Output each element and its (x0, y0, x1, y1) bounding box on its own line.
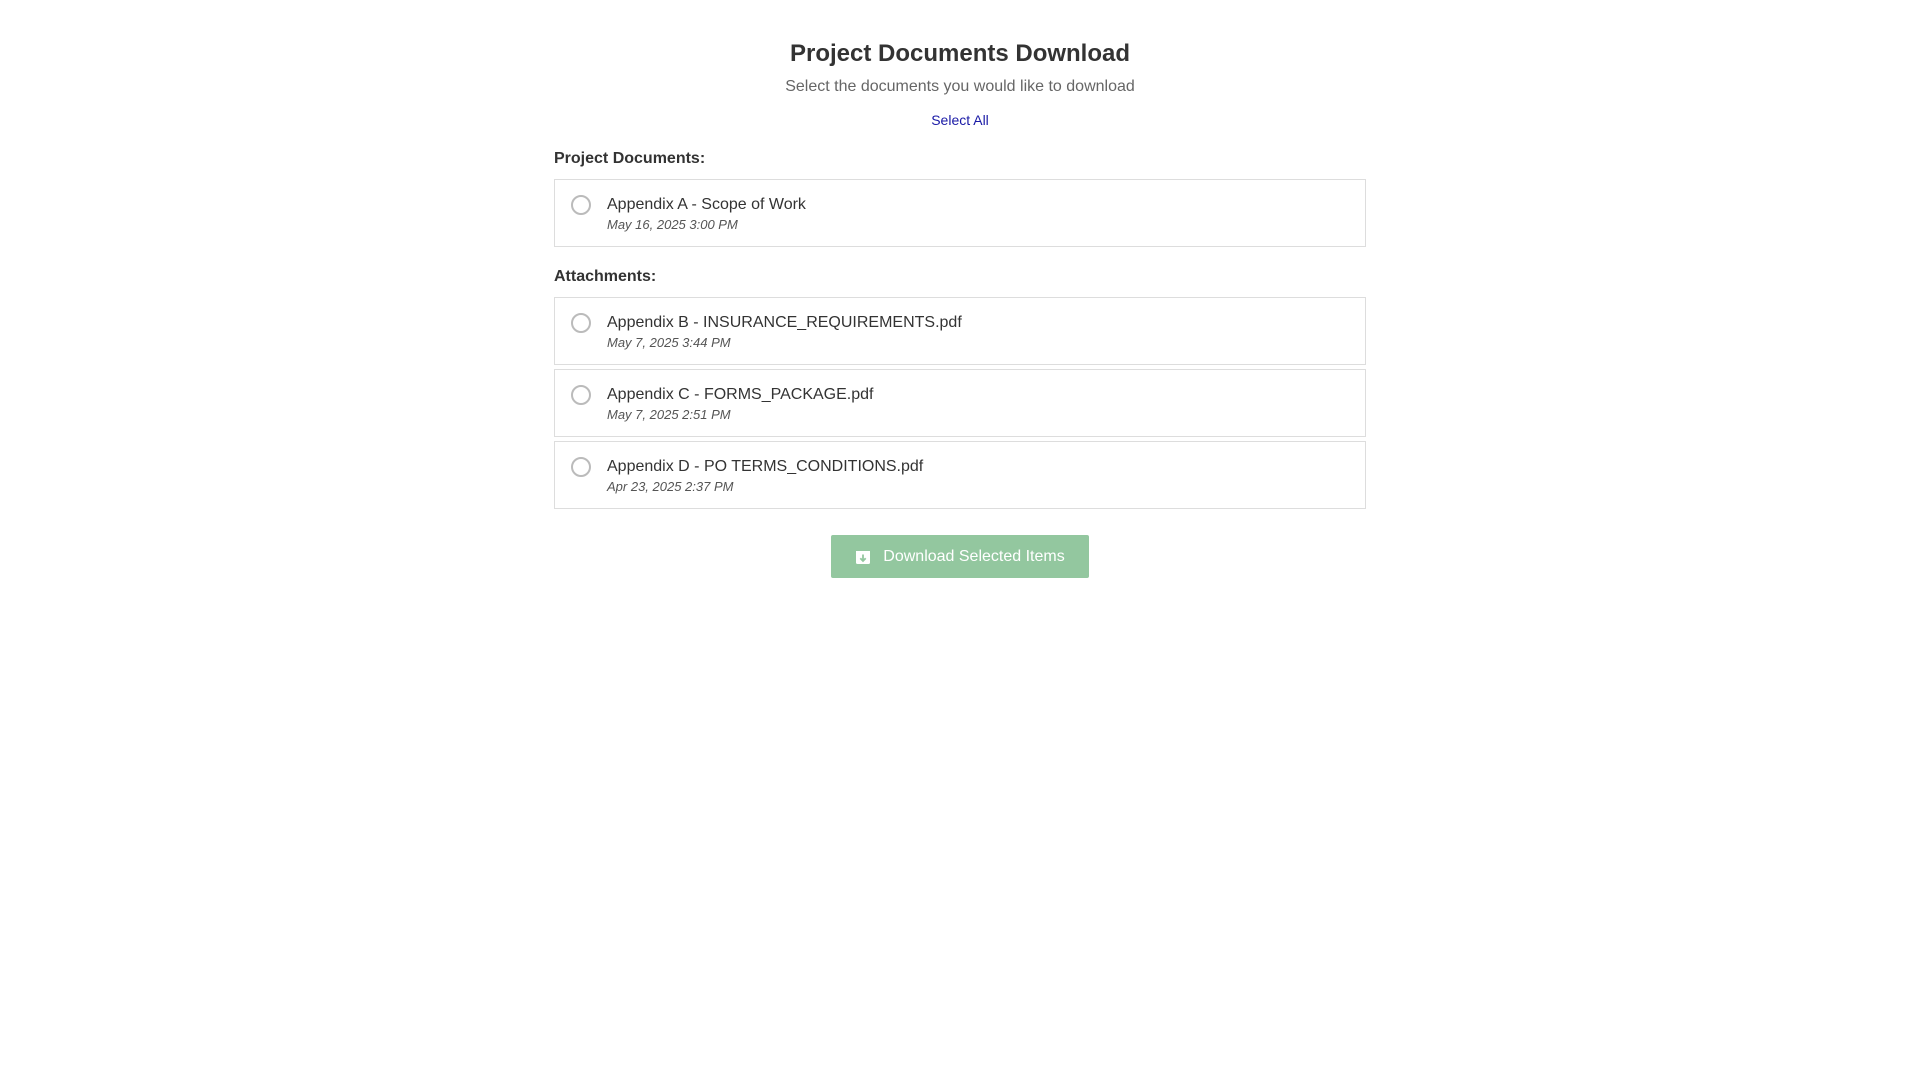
select-all-link[interactable]: Select All (931, 112, 989, 128)
download-panel: Project Documents Download Select the do… (554, 0, 1366, 578)
radio-button[interactable] (571, 457, 591, 477)
document-name: Appendix A - Scope of Work (607, 196, 806, 213)
document-text: Appendix C - FORMS_PACKAGE.pdf May 7, 20… (607, 385, 873, 424)
radio-button[interactable] (571, 313, 591, 333)
document-item[interactable]: Appendix A - Scope of Work May 16, 2025 … (554, 179, 1366, 247)
document-date: May 7, 2025 2:51 PM (607, 407, 731, 422)
document-name: Appendix B - INSURANCE_REQUIREMENTS.pdf (607, 314, 962, 331)
page-subtitle: Select the documents you would like to d… (785, 78, 1135, 95)
project-documents-heading: Project Documents: (554, 150, 706, 167)
attachment-item[interactable]: Appendix B - INSURANCE_REQUIREMENTS.pdf … (554, 297, 1366, 365)
document-name: Appendix C - FORMS_PACKAGE.pdf (607, 386, 874, 403)
document-name: Appendix D - PO TERMS_CONDITIONS.pdf (607, 458, 924, 475)
radio-button[interactable] (571, 195, 591, 215)
attachments-heading: Attachments: (554, 268, 657, 285)
project-documents-list: Appendix A - Scope of Work May 16, 2025 … (554, 179, 1366, 247)
document-date: May 16, 2025 3:00 PM (607, 217, 738, 232)
document-text: Appendix B - INSURANCE_REQUIREMENTS.pdf … (607, 313, 962, 352)
download-selected-button[interactable]: Download Selected Items (831, 535, 1089, 578)
attachment-item[interactable]: Appendix D - PO TERMS_CONDITIONS.pdf Apr… (554, 441, 1366, 509)
document-date: May 7, 2025 3:44 PM (607, 335, 731, 350)
attachments-list: Appendix B - INSURANCE_REQUIREMENTS.pdf … (554, 297, 1366, 509)
attachment-item[interactable]: Appendix C - FORMS_PACKAGE.pdf May 7, 20… (554, 369, 1366, 437)
download-button-wrapper: Download Selected Items (554, 535, 1366, 578)
document-text: Appendix A - Scope of Work May 16, 2025 … (607, 195, 806, 234)
page-title: Project Documents Download (789, 40, 1131, 67)
download-button-label: Download Selected Items (883, 547, 1065, 565)
select-all-wrapper: Select All (554, 110, 1366, 131)
document-text: Appendix D - PO TERMS_CONDITIONS.pdf Apr… (607, 457, 923, 496)
download-box-icon (855, 549, 871, 565)
radio-button[interactable] (571, 385, 591, 405)
document-date: Apr 23, 2025 2:37 PM (607, 479, 734, 494)
